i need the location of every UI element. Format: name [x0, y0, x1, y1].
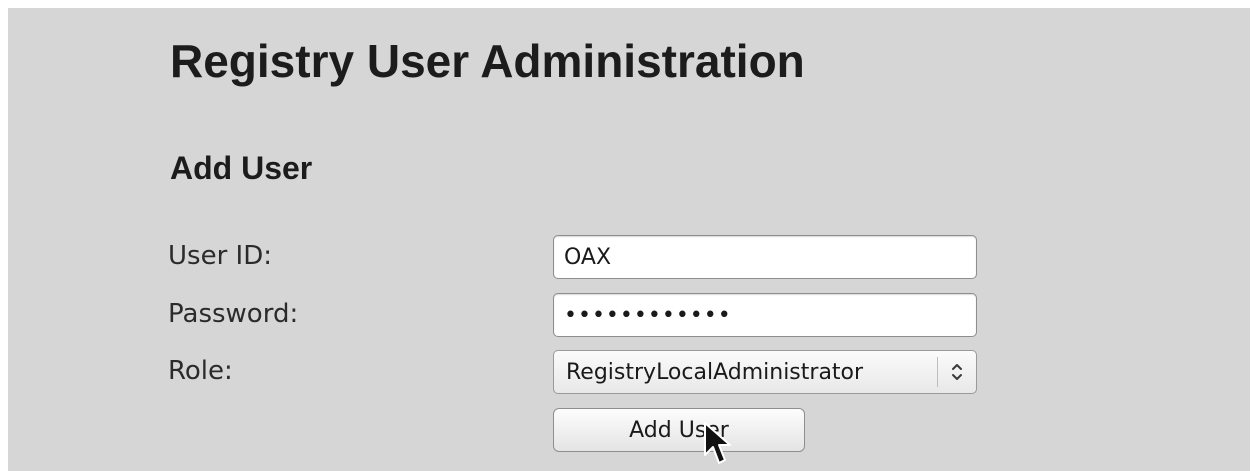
add-user-button[interactable]: Add User	[553, 408, 805, 452]
password-input[interactable]	[553, 293, 977, 337]
up-down-chevron-icon	[938, 351, 976, 393]
role-select[interactable]: RegistryLocalAdministrator	[553, 350, 977, 394]
user-id-input[interactable]	[553, 235, 977, 279]
role-label: Role:	[168, 356, 233, 386]
section-title: Add User	[170, 150, 313, 186]
role-select-value: RegistryLocalAdministrator	[566, 359, 864, 385]
password-label: Password:	[168, 299, 299, 329]
user-id-label: User ID:	[168, 241, 272, 271]
page-title: Registry User Administration	[170, 35, 805, 87]
